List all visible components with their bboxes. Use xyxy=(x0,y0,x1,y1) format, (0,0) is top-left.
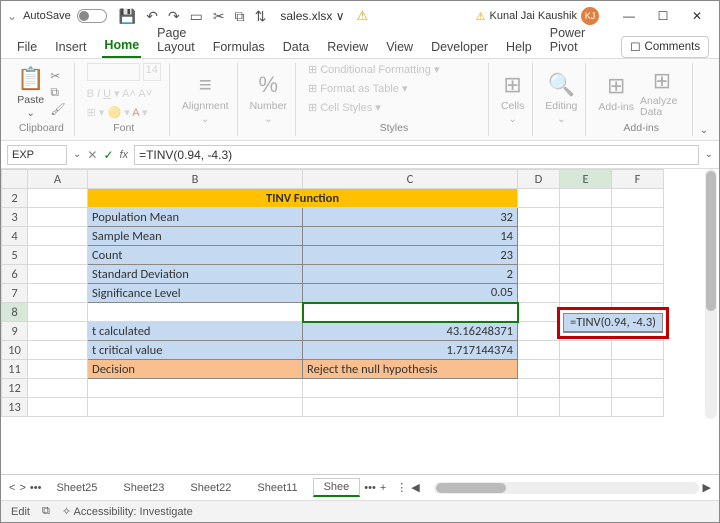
autosave-toggle[interactable] xyxy=(77,9,107,23)
scroll-left-icon[interactable]: ◀ xyxy=(411,481,419,494)
formula-bar: EXP ⌄ ✕ ✓ fx =TINV(0.94, -4.3) ⌄ xyxy=(1,141,719,169)
titlebar: ⌄ AutoSave 💾 ↶ ↷ ▭ ✂ ⧉ ⇅ sales.xlsx ∨ ⚠ … xyxy=(1,1,719,31)
user-warning-icon: ⚠ xyxy=(476,10,486,23)
sheet-tab-bar: < > ••• Sheet25 Sheet23 Sheet22 Sheet11 … xyxy=(1,474,719,500)
label-pop-mean: Population Mean xyxy=(88,208,303,227)
tab-view[interactable]: View xyxy=(384,36,415,58)
tab-layout[interactable]: Page Layout xyxy=(155,22,197,58)
ribbon: 📋Paste⌄ ✂ ⧉ 🖌 Clipboard 14 B I U ▾ A˄ A˅… xyxy=(1,59,719,141)
collapse-ribbon-icon[interactable]: ⌄ xyxy=(700,125,708,136)
user-name: Kunal Jai Kaushik xyxy=(490,10,577,22)
tab-formulas[interactable]: Formulas xyxy=(211,36,267,58)
minimize-button[interactable]: — xyxy=(613,4,645,28)
tab-insert[interactable]: Insert xyxy=(53,36,88,58)
font-group-label: Font xyxy=(87,122,161,134)
maximize-button[interactable]: ☐ xyxy=(647,4,679,28)
val-count: 23 xyxy=(303,246,518,265)
status-bar: Edit ⧉ ✧ Accessibility: Investigate xyxy=(1,500,719,522)
cells-button[interactable]: ⊞Cells⌄ xyxy=(501,72,524,125)
scroll-right-icon[interactable]: ▶ xyxy=(703,481,711,494)
vertical-scrollbar[interactable] xyxy=(705,169,717,419)
sheet-tab-23[interactable]: Sheet23 xyxy=(112,479,175,497)
label-decision: Decision xyxy=(88,360,303,379)
caret-icon[interactable]: ⌄ xyxy=(7,9,17,23)
table-title: TINV Function xyxy=(88,189,518,208)
accessibility-status[interactable]: ✧ Accessibility: Investigate xyxy=(62,505,193,518)
horizontal-scrollbar[interactable] xyxy=(434,482,699,494)
addins-group-label: Add-ins xyxy=(598,122,684,134)
name-box[interactable]: EXP xyxy=(7,145,67,165)
tab-overflow-icon[interactable]: ••• xyxy=(364,482,376,494)
close-button[interactable]: ✕ xyxy=(681,4,713,28)
worksheet-grid[interactable]: ABCDEF 2TINV Function 3Population Mean32… xyxy=(1,169,719,474)
val-stddev: 2 xyxy=(303,265,518,284)
sheet-tab-22[interactable]: Sheet22 xyxy=(179,479,242,497)
val-tcrit: 1.717144374 xyxy=(303,341,518,360)
status-mode: Edit xyxy=(11,506,30,518)
paste-button[interactable]: 📋Paste⌄ xyxy=(17,66,44,119)
sheet-tab-11[interactable]: Sheet11 xyxy=(246,479,308,497)
label-count: Count xyxy=(88,246,303,265)
alignment-button[interactable]: ≡Alignment⌄ xyxy=(182,72,229,125)
label-tcrit: t critical value xyxy=(88,341,303,360)
sheet-nav-next[interactable]: > xyxy=(19,482,25,494)
formula-input[interactable]: =TINV(0.94, -4.3) xyxy=(134,145,699,165)
clipboard-group-label: Clipboard xyxy=(17,122,66,134)
cut-button[interactable]: ✂ xyxy=(50,69,65,83)
conditional-formatting-button[interactable]: ⊞ Conditional Formatting ▾ xyxy=(308,63,440,76)
format-painter-button[interactable]: 🖌 xyxy=(50,102,65,116)
active-cell[interactable] xyxy=(303,303,518,322)
analyze-data-button[interactable]: ⊞Analyze Data xyxy=(640,68,684,117)
label-tcalc: t calculated xyxy=(88,322,303,341)
comments-button[interactable]: ☐ Comments xyxy=(621,36,709,58)
val-tcalc: 43.16248371 xyxy=(303,322,518,341)
label-siglevel: Significance Level xyxy=(88,284,303,303)
addins-button[interactable]: ⊞Add-ins xyxy=(598,73,634,113)
stats-shortcut-icon[interactable]: ⧉ xyxy=(42,505,50,518)
autosave-label: AutoSave xyxy=(23,10,71,22)
sheet-tab-active[interactable]: Shee xyxy=(313,478,361,497)
editing-button[interactable]: 🔍Editing⌄ xyxy=(545,72,577,125)
cell-e8-overflow: =TINV(0.94, -4.3) xyxy=(557,307,669,339)
tab-home[interactable]: Home xyxy=(102,34,141,58)
tab-developer[interactable]: Developer xyxy=(429,36,490,58)
filename[interactable]: sales.xlsx ∨ xyxy=(280,9,344,23)
cancel-icon[interactable]: ✕ xyxy=(87,148,97,162)
tab-powerpivot[interactable]: Power Pivot xyxy=(548,22,587,58)
enter-icon[interactable]: ✓ xyxy=(103,148,113,162)
styles-group-label: Styles xyxy=(308,122,480,134)
ribbon-tabs: File Insert Home Page Layout Formulas Da… xyxy=(1,31,719,59)
tab-help[interactable]: Help xyxy=(504,36,534,58)
cell-styles-button[interactable]: ⊞ Cell Styles ▾ xyxy=(308,101,381,114)
tab-file[interactable]: File xyxy=(15,36,39,58)
val-sample-mean: 14 xyxy=(303,227,518,246)
val-decision: Reject the null hypothesis xyxy=(303,360,518,379)
new-sheet-button[interactable]: + xyxy=(380,482,386,494)
val-siglevel: 0.05 xyxy=(303,284,518,303)
tab-data[interactable]: Data xyxy=(281,36,311,58)
fx-icon[interactable]: fx xyxy=(120,149,129,161)
warning-icon[interactable]: ⚠ xyxy=(357,8,369,24)
cut-icon[interactable]: ✂ xyxy=(213,8,225,25)
save-icon[interactable]: 💾 xyxy=(119,8,136,25)
label-stddev: Standard Deviation xyxy=(88,265,303,284)
number-button[interactable]: %Number⌄ xyxy=(250,72,287,125)
label-sample-mean: Sample Mean xyxy=(88,227,303,246)
sheet-tab-25[interactable]: Sheet25 xyxy=(45,479,108,497)
copy-button[interactable]: ⧉ xyxy=(50,85,65,100)
val-pop-mean: 32 xyxy=(303,208,518,227)
sheet-nav-prev[interactable]: < xyxy=(9,482,15,494)
format-as-table-button[interactable]: ⊞ Format as Table ▾ xyxy=(308,82,408,95)
sort-icon[interactable]: ⇅ xyxy=(255,8,267,25)
copy-icon[interactable]: ⧉ xyxy=(235,8,245,25)
tab-review[interactable]: Review xyxy=(325,36,370,58)
sheet-nav-more[interactable]: ••• xyxy=(30,482,42,494)
